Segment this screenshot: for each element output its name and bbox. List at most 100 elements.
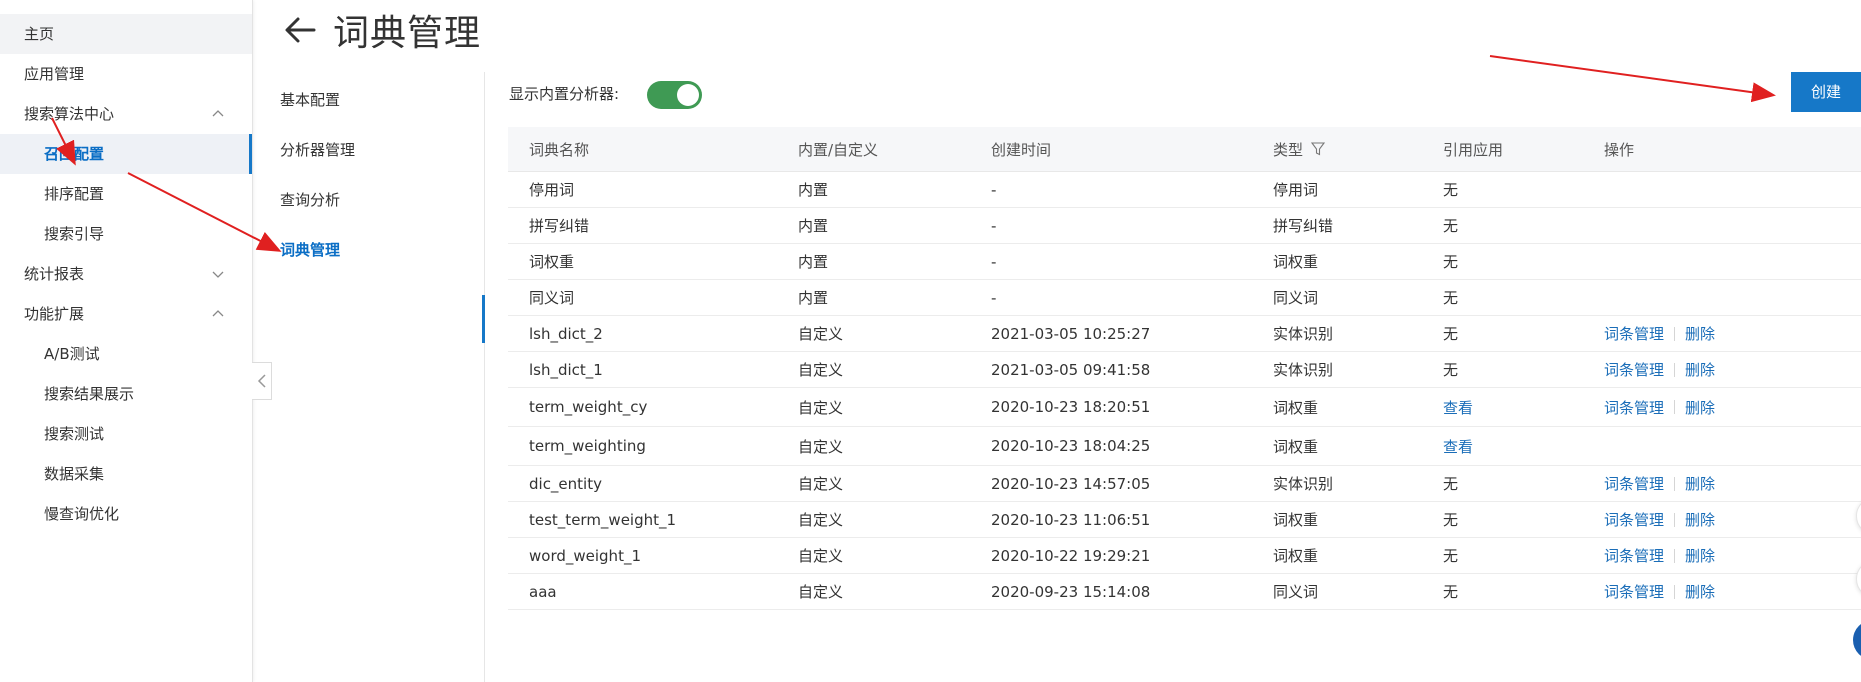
manage-entries-link[interactable]: 词条管理 (1604, 509, 1664, 530)
sidebar-item-label: 排序配置 (44, 185, 105, 203)
table-cell: 实体识别 (1273, 475, 1334, 493)
table-cell: 拼写纠错 (1273, 217, 1334, 235)
sidebar-item[interactable]: 搜索算法中心 (0, 94, 252, 134)
manage-entries-link[interactable]: 词条管理 (1604, 359, 1664, 380)
delete-link[interactable]: 删除 (1685, 473, 1715, 494)
table-row: 停用词 内置 - 停用词 无 (508, 172, 1861, 208)
action-divider (1674, 512, 1676, 527)
sidebar-item[interactable]: A/B测试 (0, 334, 252, 374)
show-builtin-analyzer-toggle[interactable] (647, 81, 702, 109)
page-title: 词典管理 (333, 13, 482, 54)
table-row: term_weight_cy 自定义 2020-10-23 18:20:51 词权重 查… (508, 388, 1861, 427)
column-header: 操作 (1604, 127, 1634, 171)
manage-entries-link[interactable]: 词条管理 (1604, 323, 1664, 344)
table-cell: term_weight_cy (529, 398, 648, 416)
sidebar-item-label: 应用管理 (24, 65, 85, 83)
subnav-item[interactable]: 分析器管理 (280, 130, 355, 170)
delete-link[interactable]: 删除 (1685, 397, 1715, 418)
sidebar-item[interactable]: 排序配置 (0, 174, 252, 214)
delete-link[interactable]: 删除 (1685, 581, 1715, 602)
table-cell: - (991, 288, 997, 307)
table-cell: 无 (1443, 217, 1459, 235)
table-row: dic_entity 自定义 2020-10-23 14:57:05 实体识别 无 词条管… (508, 466, 1861, 502)
manage-entries-link[interactable]: 词条管理 (1604, 581, 1664, 602)
sidebar-item[interactable]: 主页 (0, 14, 252, 54)
toggle-knob (677, 84, 699, 106)
action-divider (1674, 400, 1676, 414)
table-cell: 无 (1443, 325, 1459, 343)
delete-link[interactable]: 删除 (1685, 545, 1715, 566)
create-button[interactable]: 创建 (1791, 72, 1861, 112)
sidebar-item[interactable]: 应用管理 (0, 54, 252, 94)
chevron-left-icon (257, 374, 266, 388)
chevron-up-icon[interactable] (212, 308, 224, 320)
sidebar-item[interactable]: 搜索测试 (0, 414, 252, 454)
table-cell: 自定义 (798, 361, 844, 379)
filter-icon[interactable] (1311, 142, 1326, 156)
table-cell: 无 (1443, 253, 1459, 271)
view-references-link[interactable]: 查看 (1443, 427, 1473, 465)
table-row: aaa 自定义 2020-09-23 15:14:08 同义词 无 词条管理 删除 (508, 574, 1861, 610)
table-cell: 无 (1443, 361, 1459, 379)
table-cell: test_term_weight_1 (529, 510, 677, 529)
delete-link[interactable]: 删除 (1685, 359, 1715, 380)
sidebar-item-label: 搜索引导 (44, 225, 105, 243)
chevron-up-icon[interactable] (212, 108, 224, 120)
sidebar-item[interactable]: 搜索引导 (0, 214, 252, 254)
table-cell: 词权重 (1273, 511, 1319, 529)
column-header: 内置/自定义 (798, 127, 878, 171)
row-actions: 词条管理 删除 (1604, 574, 1715, 609)
table-cell: 词权重 (529, 253, 575, 271)
delete-link[interactable]: 删除 (1685, 509, 1715, 530)
table-row: word_weight_1 自定义 2020-10-22 19:29:21 词权重 无 词… (508, 538, 1861, 574)
table-cell: - (991, 216, 997, 235)
row-actions: 词条管理 删除 (1604, 316, 1715, 351)
table-cell: word_weight_1 (529, 546, 641, 565)
action-divider (1674, 548, 1676, 563)
column-header-label: 操作 (1604, 140, 1635, 159)
sidebar-collapse-button[interactable] (252, 362, 272, 400)
subnav-item[interactable]: 词典管理 (280, 230, 340, 270)
subnav-item[interactable]: 查询分析 (280, 180, 340, 220)
table-cell: 自定义 (798, 437, 844, 456)
table-cell: dic_entity (529, 474, 602, 493)
sidebar-item[interactable]: 搜索结果展示 (0, 374, 252, 414)
table-row: lsh_dict_2 自定义 2021-03-05 10:25:27 实体识别 无 词条管… (508, 316, 1861, 352)
manage-entries-link[interactable]: 词条管理 (1604, 397, 1664, 418)
sidebar-item-label: 慢查询优化 (44, 505, 120, 523)
column-header: 创建时间 (991, 127, 1051, 171)
chevron-down-icon[interactable] (212, 268, 224, 280)
table-cell: 内置 (798, 289, 829, 307)
table-cell: 自定义 (798, 325, 844, 343)
sidebar-item[interactable]: 召回配置 (0, 134, 252, 174)
row-actions: 词条管理 删除 (1604, 352, 1715, 387)
table-cell: term_weighting (529, 437, 646, 455)
active-indicator (482, 295, 485, 343)
sidebar-item[interactable]: 慢查询优化 (0, 494, 252, 534)
table-cell: 自定义 (798, 511, 844, 529)
delete-link[interactable]: 删除 (1685, 323, 1715, 344)
table-cell: 实体识别 (1273, 325, 1334, 343)
manage-entries-link[interactable]: 词条管理 (1604, 473, 1664, 494)
table-body: 停用词 内置 - 停用词无拼写纠错 内置 - 拼写纠错无词权重 内置 - 词权重无同义词 内置 - 同义… (508, 172, 1861, 610)
sidebar-item-label: 搜索测试 (44, 425, 105, 443)
view-references-link[interactable]: 查看 (1443, 388, 1473, 426)
table-row: test_term_weight_1 自定义 2020-10-23 11:06:51… (508, 502, 1861, 538)
manage-entries-link[interactable]: 词条管理 (1604, 545, 1664, 566)
table-cell: 2020-10-22 19:29:21 (991, 546, 1151, 565)
action-divider (1674, 326, 1676, 341)
subnav-item[interactable]: 基本配置 (280, 80, 340, 120)
sidebar-item[interactable]: 功能扩展 (0, 294, 252, 334)
arrow-left-icon[interactable] (282, 12, 318, 48)
sidebar-item[interactable]: 统计报表 (0, 254, 252, 294)
table-cell: 2020-10-23 18:04:25 (991, 437, 1151, 455)
table-cell: 2020-10-23 11:06:51 (991, 510, 1151, 529)
table-cell: 内置 (798, 181, 829, 199)
sidebar-item-label: 主页 (24, 25, 55, 43)
sidebar-item-label: 数据采集 (44, 465, 105, 483)
annotation-arrow (1489, 55, 1776, 103)
table-row: 拼写纠错 内置 - 拼写纠错 无 (508, 208, 1861, 244)
sidebar-item[interactable]: 数据采集 (0, 454, 252, 494)
table-row: lsh_dict_1 自定义 2021-03-05 09:41:58 实体识别 无 词条管… (508, 352, 1861, 388)
floating-chat-button[interactable] (1853, 620, 1861, 660)
